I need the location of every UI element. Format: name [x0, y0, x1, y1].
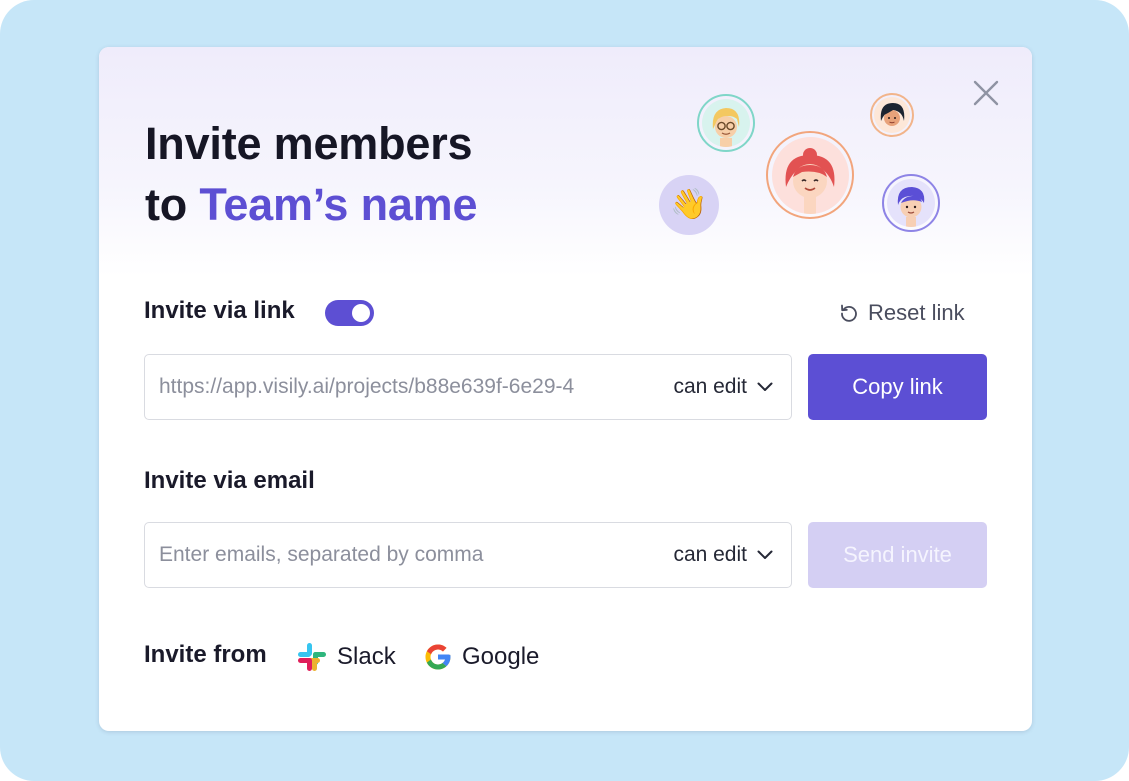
- slack-icon: [298, 643, 326, 671]
- avatar-dark-hair: [870, 93, 914, 137]
- team-name: Team’s name: [199, 179, 478, 230]
- email-input[interactable]: [145, 542, 658, 568]
- google-label: Google: [462, 643, 540, 670]
- title-prefix: to: [145, 179, 200, 230]
- wave-emoji: 👋: [659, 175, 719, 235]
- invite-email-label: Invite via email: [144, 467, 315, 494]
- reset-link-button[interactable]: Reset link: [839, 299, 965, 327]
- title-line-1: Invite members: [145, 118, 473, 169]
- link-permission-dropdown[interactable]: can edit: [657, 355, 791, 419]
- send-invite-button[interactable]: Send invite: [808, 522, 987, 588]
- avatar-redhead: [766, 131, 854, 219]
- link-permission-value: can edit: [673, 375, 747, 398]
- google-button[interactable]: Google: [423, 640, 539, 674]
- wave-icon: 👋: [670, 188, 708, 221]
- slack-button[interactable]: Slack: [296, 640, 396, 674]
- close-icon: [973, 80, 999, 106]
- invite-link-url[interactable]: https://app.visily.ai/projects/b88e639f-…: [145, 375, 657, 399]
- close-button[interactable]: [969, 76, 1003, 110]
- invite-from-label: Invite from: [144, 641, 267, 668]
- copy-link-button[interactable]: Copy link: [808, 354, 987, 420]
- email-permission-dropdown[interactable]: can edit: [657, 523, 791, 587]
- outer-frame: Invite members to Team’s name 👋 Invite v…: [0, 0, 1129, 781]
- slack-label: Slack: [337, 643, 396, 670]
- invite-link-label: Invite via link: [144, 297, 295, 324]
- invite-dialog: Invite members to Team’s name 👋 Invite v…: [99, 47, 1032, 731]
- toggle-knob: [352, 304, 370, 322]
- reset-link-label: Reset link: [868, 300, 965, 325]
- reset-icon: [841, 304, 857, 322]
- email-permission-value: can edit: [673, 543, 747, 566]
- chevron-down-icon: [757, 550, 773, 559]
- avatar-glasses: [697, 94, 755, 152]
- avatar-blue-hair: [882, 174, 940, 232]
- google-icon: [425, 644, 451, 670]
- invite-link-field[interactable]: https://app.visily.ai/projects/b88e639f-…: [144, 354, 792, 420]
- invite-email-field[interactable]: can edit: [144, 522, 792, 588]
- chevron-down-icon: [757, 382, 773, 391]
- invite-link-toggle[interactable]: [325, 300, 374, 326]
- dialog-title: Invite members to Team’s name: [145, 113, 478, 235]
